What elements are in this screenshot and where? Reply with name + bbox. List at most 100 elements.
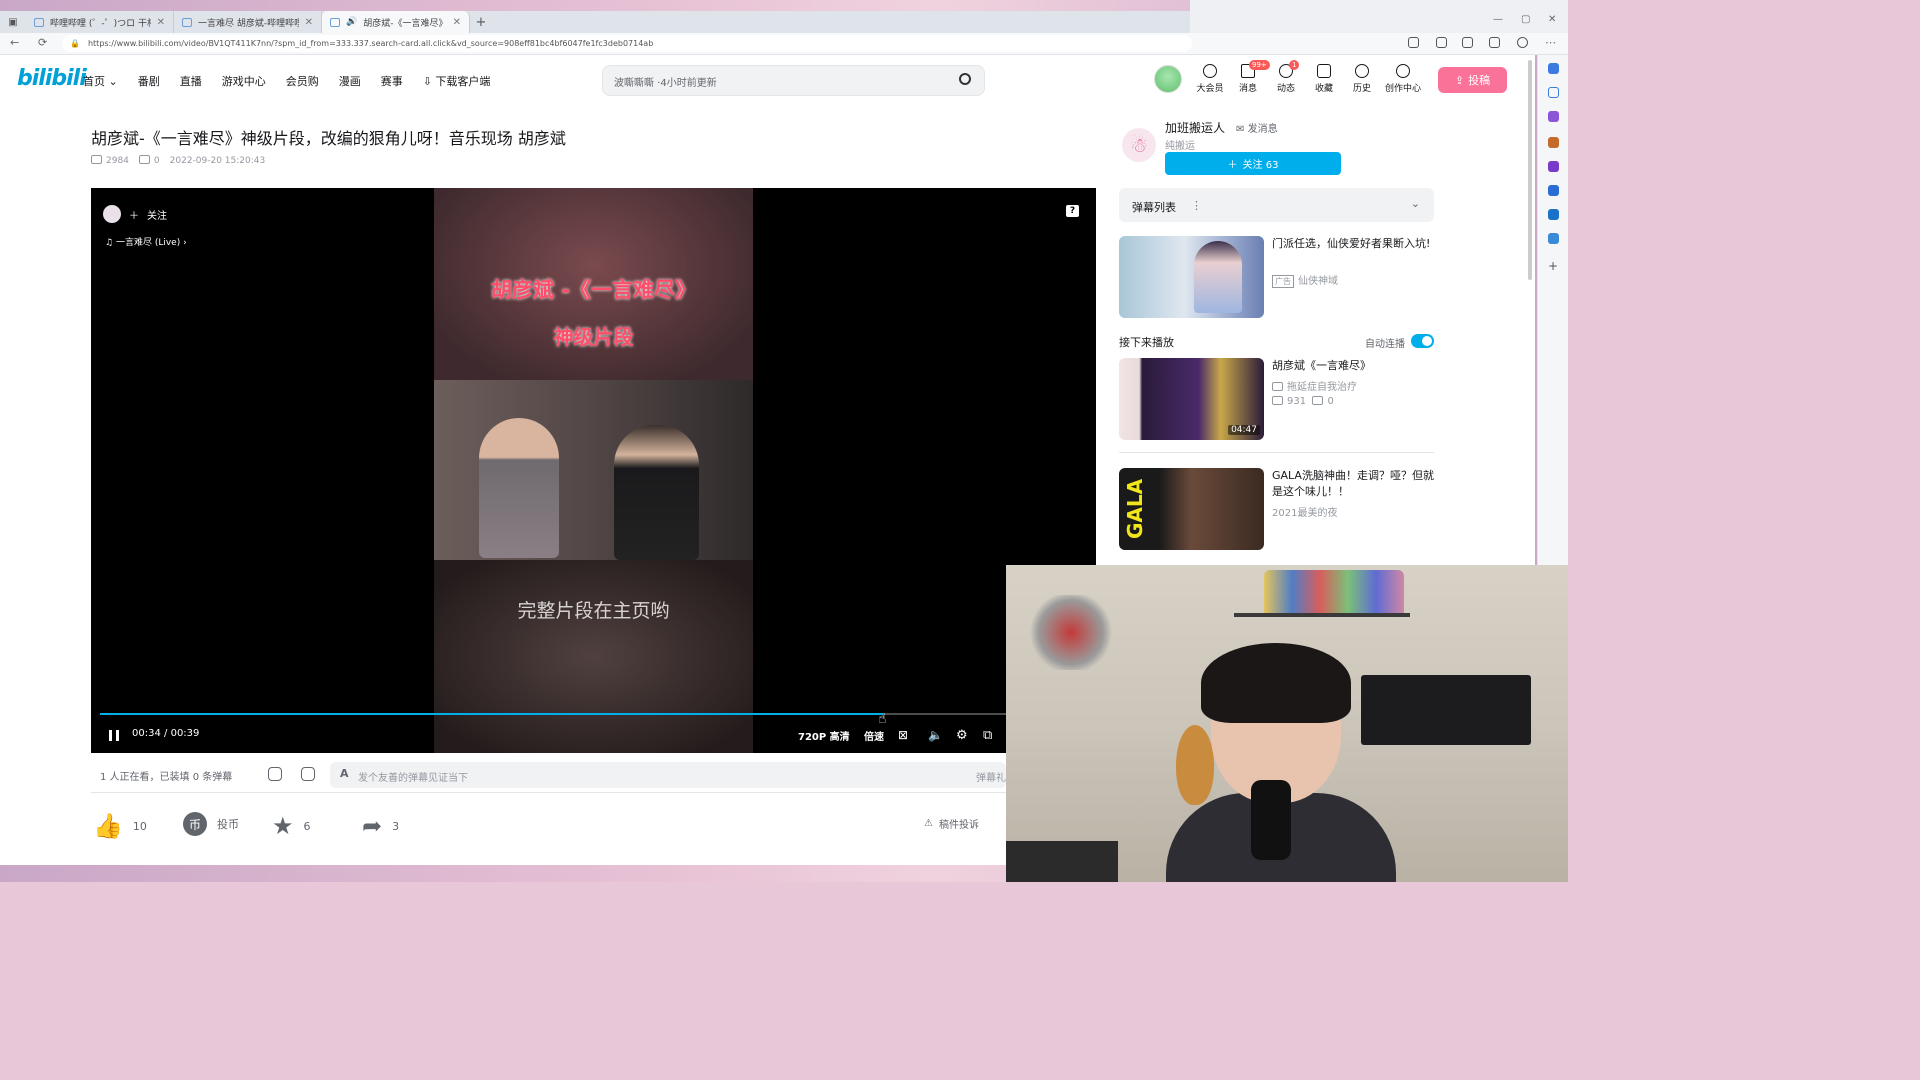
play-count-icon [1272, 396, 1283, 405]
follow-label: 关注 [147, 210, 167, 222]
minimize-icon[interactable]: — [1493, 14, 1503, 25]
like-button[interactable]: 👍 10 [93, 812, 147, 840]
rec-title[interactable]: 胡彦斌《一言难尽》 [1272, 358, 1437, 374]
uploader-name[interactable]: 加班搬运人 [1165, 119, 1225, 136]
extensions-icon[interactable] [1489, 37, 1500, 48]
sidebar-games-icon[interactable] [1548, 161, 1559, 172]
rec-thumbnail[interactable]: 04:47 [1119, 358, 1264, 440]
close-window-icon[interactable]: ✕ [1548, 14, 1556, 25]
collections-icon[interactable] [1462, 37, 1473, 48]
rec-title[interactable]: GALA洗脑神曲！走调？哑？但就是这个味儿！！ [1272, 468, 1437, 500]
sidebar-office-icon[interactable] [1548, 185, 1559, 196]
help-icon[interactable]: ? [1066, 205, 1079, 217]
sidebar-add-icon[interactable]: + [1548, 259, 1559, 273]
ad-title[interactable]: 门派任选，仙侠爱好者果断入坑! [1272, 236, 1437, 252]
header-vip[interactable]: 大会员 [1193, 64, 1227, 94]
nav-item-manga[interactable]: 漫画 [339, 73, 361, 89]
coin-button[interactable]: 币投币 [183, 812, 239, 836]
quality-button[interactable]: 720P 高清 [798, 728, 850, 743]
close-icon[interactable]: ✕ [305, 17, 313, 28]
nav-item-game-center[interactable]: 游戏中心 [222, 73, 266, 89]
upload-button[interactable]: ⇪ 投稿 [1438, 67, 1507, 93]
close-icon[interactable]: ✕ [453, 17, 461, 28]
rec-author[interactable]: 2021最美的夜 [1272, 504, 1337, 519]
sidebar-shopping-icon[interactable] [1548, 233, 1559, 244]
streamer-hair [1201, 643, 1351, 723]
upload-icon: ⇪ [1454, 73, 1465, 87]
uploader-avatar[interactable]: ☃ [1122, 128, 1156, 162]
time-display: 00:34 / 00:39 [132, 728, 199, 739]
follow-button[interactable]: ＋ 关注 63 [1165, 152, 1341, 175]
nav-item-anime[interactable]: 番剧 [138, 73, 160, 89]
sidebar-outlook-icon[interactable] [1548, 209, 1559, 220]
danmaku-list-toggle[interactable]: 弹幕列表 ⋮ ⌄ [1119, 188, 1434, 222]
volume-icon[interactable]: 🔈 [928, 728, 943, 742]
search-input[interactable]: 波嘶嘶嘶 ·4小时前更新 [602, 65, 985, 96]
video-player[interactable]: 胡彦斌 -《一言难尽》 神级片段 完整片段在主页哟 ＋ 关注 ♫ 一言难尽 (Li… [91, 188, 1096, 753]
history-icon [1355, 64, 1369, 78]
address-bar[interactable]: 🔒 https://www.bilibili.com/video/BV1QT41… [62, 35, 1192, 52]
header-dynamic[interactable]: 1 动态 [1269, 60, 1303, 94]
follow-label: 关注 63 [1242, 160, 1279, 171]
nav-item-home[interactable]: 首页 ⌄ [83, 73, 118, 89]
dynamic-badge: 1 [1289, 60, 1300, 70]
close-icon[interactable]: ✕ [157, 17, 165, 28]
header-favorites[interactable]: 收藏 [1307, 64, 1341, 94]
maximize-icon[interactable]: ▢ [1521, 14, 1530, 25]
sidebar-bell-icon[interactable] [1548, 63, 1559, 74]
more-icon[interactable]: ⋮ [1191, 199, 1202, 212]
share-button[interactable]: ➦ 3 [362, 812, 399, 840]
pause-button[interactable] [109, 730, 119, 741]
more-icon[interactable]: ⋯ [1545, 36, 1556, 49]
nav-item-live[interactable]: 直播 [180, 73, 202, 89]
text-style-icon[interactable]: A [340, 767, 349, 780]
nav-item-download[interactable]: ⇩ 下载客户端 [423, 73, 491, 89]
creator-icon [1396, 64, 1410, 78]
song-tag[interactable]: ♫ 一言难尽 (Live) › [105, 235, 187, 248]
autoplay-toggle[interactable] [1411, 334, 1434, 348]
nav-item-mall[interactable]: 会员购 [286, 73, 319, 89]
report-button[interactable]: ⚠ 稿件投诉 [924, 816, 979, 831]
sidebar-copilot-icon[interactable] [1548, 111, 1559, 122]
rec-author[interactable]: 拖延症自我治疗 [1272, 378, 1357, 393]
player-follow[interactable]: ＋ 关注 [103, 205, 167, 223]
tab-actions-icon[interactable]: ▣ [0, 17, 26, 28]
favorite-button[interactable]: ★ 6 [272, 812, 311, 840]
bilibili-logo[interactable]: bilibili [17, 66, 87, 91]
fullscreen-web-icon[interactable]: ⧉ [983, 728, 992, 743]
header-creator[interactable]: 创作中心 [1383, 64, 1423, 94]
header-messages[interactable]: 99+ 消息 [1231, 60, 1270, 94]
danmaku-input[interactable]: A 发个友善的弹幕见证当下 弹幕礼 [330, 762, 1006, 788]
danmaku-toggle-icon[interactable] [268, 767, 282, 781]
sidebar-tools-icon[interactable] [1548, 137, 1559, 148]
scrollbar[interactable] [1528, 60, 1532, 280]
browser-tab[interactable]: 哔哩哔哩 (゜-゜)つロ 干杯~-bilibili ✕ [26, 11, 174, 33]
send-message-link[interactable]: ✉ 发消息 [1236, 120, 1278, 135]
profile-icon[interactable] [1517, 37, 1528, 48]
new-tab-button[interactable]: + [470, 15, 492, 30]
danmaku-etiquette-link[interactable]: 弹幕礼 [976, 769, 1006, 784]
video-caption-subtitle: 神级片段 [553, 325, 634, 349]
ad-thumbnail[interactable] [1119, 236, 1264, 318]
settings-icon[interactable]: ⚙ [956, 728, 968, 743]
split-screen-icon[interactable] [1408, 37, 1419, 48]
search-icon[interactable] [959, 73, 971, 85]
browser-tab-active[interactable]: 🔊 胡彦斌-《一言难尽》神级片段 ✕ [322, 11, 470, 33]
progress-bar[interactable] [100, 713, 1010, 715]
speed-button[interactable]: 倍速 [864, 728, 884, 743]
danmaku-bar: 1 人正在看，已装填 0 条弹幕 A 发个友善的弹幕见证当下 弹幕礼 [91, 757, 1006, 793]
singer-left [479, 418, 559, 558]
sidebar-search-icon[interactable] [1548, 87, 1559, 98]
danmaku-settings-icon[interactable] [301, 767, 315, 781]
nav-item-esports[interactable]: 赛事 [381, 73, 403, 89]
avatar[interactable] [1154, 65, 1182, 93]
rec-thumbnail[interactable]: GALA [1119, 468, 1264, 550]
favorites-icon[interactable] [1436, 37, 1447, 48]
header-history[interactable]: 历史 [1345, 64, 1379, 94]
subtitle-off-icon[interactable]: ⊠ [898, 728, 908, 742]
refresh-icon[interactable]: ⟳ [38, 36, 47, 49]
danmaku-count: 0 [138, 155, 160, 166]
share-count: 3 [392, 819, 400, 833]
browser-tab[interactable]: 一言难尽 胡彦斌-哔哩哔哩_Bilibili ✕ [174, 11, 322, 33]
back-icon[interactable]: ← [10, 36, 19, 49]
